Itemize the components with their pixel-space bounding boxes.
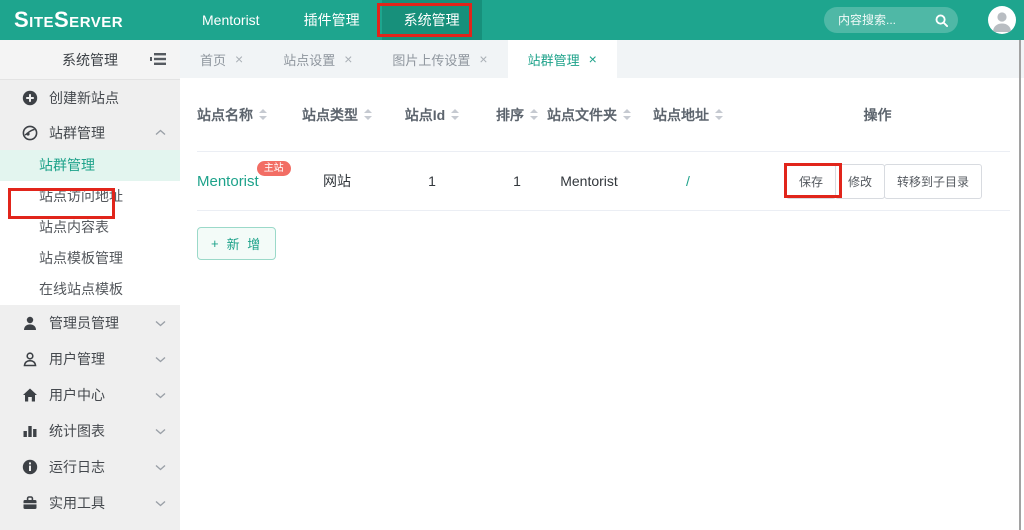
sidebar-item-label: 运行日志 <box>49 457 105 477</box>
chevron-up-icon <box>155 129 166 136</box>
sidebar-item-utilities[interactable]: 实用工具 <box>0 485 180 521</box>
briefcase-icon <box>22 495 38 511</box>
submenu-item-site-content-table[interactable]: 站点内容表 <box>0 212 180 243</box>
siteserver-logo[interactable]: SiteServer <box>14 0 180 40</box>
topbar: SiteServer Mentorist 插件管理 系统管理 <box>0 0 1024 40</box>
sidebar-item-label: 用户管理 <box>49 349 105 369</box>
sidebar-item-run-logs[interactable]: 运行日志 <box>0 449 180 485</box>
sidebar-item-label: 用户中心 <box>49 385 105 405</box>
top-navigation: Mentorist 插件管理 系统管理 <box>180 0 482 40</box>
globe-icon <box>22 125 38 141</box>
chevron-down-icon <box>155 500 166 507</box>
close-icon[interactable]: × <box>479 52 487 66</box>
sidebar-item-admin-management[interactable]: 管理员管理 <box>0 305 180 341</box>
collapse-menu-icon[interactable] <box>150 52 166 66</box>
submenu-item-site-template-management[interactable]: 站点模板管理 <box>0 243 180 274</box>
column-header-site-id[interactable]: 站点Id <box>377 105 487 125</box>
sort-icon[interactable] <box>259 109 267 120</box>
sidebar: 系统管理 创建新站点 站群管理 站群管理 站点访问地址 站点内容表 站点模板管理… <box>0 40 180 530</box>
column-header-site-folder[interactable]: 站点文件夹 <box>547 105 631 125</box>
main-content: 站点名称 站点类型 站点Id 排序 站点文件夹 站点地址 操作 <box>180 78 1024 530</box>
chart-icon <box>22 423 38 439</box>
submenu-item-site-access-url[interactable]: 站点访问地址 <box>0 181 180 212</box>
cell-order: 1 <box>487 173 547 189</box>
tab-site-settings[interactable]: 站点设置 × <box>263 40 372 78</box>
submenu-item-site-group-management[interactable]: 站群管理 <box>0 150 180 181</box>
person-icon <box>988 6 1016 34</box>
sidebar-item-label: 实用工具 <box>49 493 105 513</box>
user-icon <box>22 351 38 367</box>
chevron-down-icon <box>155 320 166 327</box>
chevron-down-icon <box>155 464 166 471</box>
column-header-site-type[interactable]: 站点类型 <box>297 105 377 125</box>
cell-site-id: 1 <box>377 173 487 189</box>
home-icon <box>22 387 38 403</box>
sidebar-item-label: 站群管理 <box>49 123 105 143</box>
sort-icon[interactable] <box>451 109 459 120</box>
cell-site-folder: Mentorist <box>547 173 631 189</box>
topnav-plugin-management[interactable]: 插件管理 <box>282 0 382 40</box>
sidebar-item-user-management[interactable]: 用户管理 <box>0 341 180 377</box>
cell-actions: 保存 修改 转移到子目录 <box>745 164 1010 199</box>
close-icon[interactable]: × <box>235 52 243 66</box>
sort-icon[interactable] <box>364 109 372 120</box>
sidebar-title: 系统管理 <box>62 50 118 70</box>
search-icon[interactable] <box>935 14 948 27</box>
tab-site-group-management[interactable]: 站群管理 × <box>508 40 617 78</box>
add-site-button[interactable]: + 新 增 <box>197 227 276 260</box>
site-name-link[interactable]: Mentorist 主站 <box>197 173 259 190</box>
column-header-order[interactable]: 排序 <box>487 105 547 125</box>
edit-button[interactable]: 修改 <box>835 164 885 199</box>
sidebar-item-site-group[interactable]: 站群管理 <box>0 115 180 150</box>
tab-bar: 首页 × 站点设置 × 图片上传设置 × 站群管理 × <box>180 40 1024 78</box>
sidebar-item-create-site[interactable]: 创建新站点 <box>0 80 180 115</box>
close-icon[interactable]: × <box>344 52 352 66</box>
tab-home[interactable]: 首页 × <box>180 40 263 78</box>
move-to-subdirectory-button[interactable]: 转移到子目录 <box>884 164 982 199</box>
chevron-down-icon <box>155 356 166 363</box>
close-icon[interactable]: × <box>589 52 597 66</box>
column-header-site-name[interactable]: 站点名称 <box>197 105 297 125</box>
sidebar-item-label: 统计图表 <box>49 421 105 441</box>
table-row: Mentorist 主站 网站 1 1 Mentorist / 保存 修改 转移… <box>197 152 1010 211</box>
user-avatar[interactable] <box>988 6 1016 34</box>
cell-site-type: 网站 <box>297 171 377 191</box>
table-header-row: 站点名称 站点类型 站点Id 排序 站点文件夹 站点地址 操作 <box>197 78 1010 152</box>
sidebar-item-label: 管理员管理 <box>49 313 119 333</box>
plus-icon: + <box>211 236 221 251</box>
tab-image-upload-settings[interactable]: 图片上传设置 × <box>372 40 507 78</box>
main-site-badge: 主站 <box>257 161 291 176</box>
column-header-actions: 操作 <box>745 105 1010 125</box>
sort-icon[interactable] <box>623 109 631 120</box>
site-address-link[interactable]: / <box>686 173 690 189</box>
cell-site-name: Mentorist 主站 <box>197 173 297 190</box>
content-search-box[interactable] <box>824 7 958 33</box>
sidebar-item-statistics[interactable]: 统计图表 <box>0 413 180 449</box>
admin-icon <box>22 315 38 331</box>
save-button[interactable]: 保存 <box>786 164 836 199</box>
topnav-site-mentorist[interactable]: Mentorist <box>180 0 282 40</box>
cell-site-address: / <box>631 173 745 189</box>
info-icon <box>22 459 38 475</box>
submenu-item-online-site-templates[interactable]: 在线站点模板 <box>0 274 180 305</box>
topnav-system-management[interactable]: 系统管理 <box>382 0 482 40</box>
sort-icon[interactable] <box>530 109 538 120</box>
chevron-down-icon <box>155 392 166 399</box>
sidebar-item-label: 创建新站点 <box>49 88 119 108</box>
chevron-down-icon <box>155 428 166 435</box>
column-header-site-address[interactable]: 站点地址 <box>631 105 745 125</box>
search-input[interactable] <box>824 13 935 27</box>
site-group-submenu: 站群管理 站点访问地址 站点内容表 站点模板管理 在线站点模板 <box>0 150 180 305</box>
sidebar-item-user-center[interactable]: 用户中心 <box>0 377 180 413</box>
sort-icon[interactable] <box>715 109 723 120</box>
window-edge-divider <box>1019 40 1021 530</box>
plus-circle-icon <box>22 90 38 106</box>
sidebar-header: 系统管理 <box>0 40 180 80</box>
